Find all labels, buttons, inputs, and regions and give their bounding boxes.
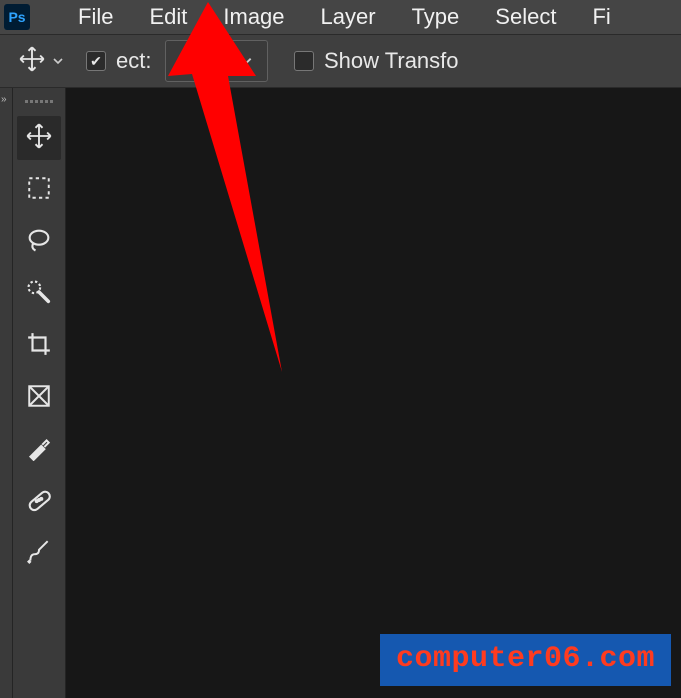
move-icon — [18, 45, 46, 78]
panel-grip[interactable] — [21, 96, 57, 106]
menu-file[interactable]: File — [60, 4, 131, 30]
menu-type[interactable]: Type — [394, 4, 478, 30]
move-tool-button[interactable] — [18, 42, 64, 80]
move-tool[interactable] — [17, 116, 61, 160]
eyedropper-tool[interactable] — [17, 428, 61, 472]
watermark-overlay: computer06.com — [380, 634, 671, 686]
layer-group-dropdown[interactable]: Layer — [165, 40, 268, 82]
dropdown-value: Layer — [180, 49, 233, 73]
brush-tool[interactable] — [17, 532, 61, 576]
lasso-icon — [25, 226, 53, 259]
work-area: » — [0, 88, 681, 698]
move-icon — [25, 122, 53, 155]
show-transform-checkbox[interactable] — [294, 51, 314, 71]
healing-brush-tool[interactable] — [17, 480, 61, 524]
marquee-icon — [26, 175, 52, 206]
auto-select-checkbox-group: ✔ ect: — [86, 48, 151, 74]
tools-panel — [13, 88, 66, 698]
menu-select[interactable]: Select — [477, 4, 574, 30]
auto-select-checkbox[interactable]: ✔ — [86, 51, 106, 71]
app-logo: Ps — [4, 4, 30, 30]
options-bar: ✔ ect: Layer Show Transfo — [0, 35, 681, 88]
chevron-down-icon — [239, 54, 253, 68]
expand-chevrons-icon: » — [0, 88, 12, 111]
show-transform-checkbox-group: Show Transfo — [294, 48, 459, 74]
menu-bar: Ps File Edit Image Layer Type Select Fi — [0, 0, 681, 35]
menu-layer[interactable]: Layer — [303, 4, 394, 30]
menu-edit[interactable]: Edit — [131, 4, 205, 30]
quick-selection-icon — [25, 278, 53, 311]
frame-tool[interactable] — [17, 376, 61, 420]
eyedropper-icon — [26, 435, 52, 466]
crop-icon — [26, 331, 52, 362]
quick-selection-tool[interactable] — [17, 272, 61, 316]
brush-icon — [26, 539, 52, 570]
frame-icon — [26, 383, 52, 414]
chevron-down-icon — [52, 55, 64, 67]
crop-tool[interactable] — [17, 324, 61, 368]
show-transform-label-truncated: Show Transfo — [324, 48, 459, 74]
document-canvas[interactable]: computer06.com — [66, 88, 681, 698]
auto-select-label-truncated: ect: — [116, 48, 151, 74]
checkmark-icon: ✔ — [90, 54, 102, 68]
panel-collapse-gutter[interactable]: » — [0, 88, 13, 698]
lasso-tool[interactable] — [17, 220, 61, 264]
bandage-icon — [25, 486, 53, 519]
menu-fi-truncated[interactable]: Fi — [574, 4, 628, 30]
rectangular-marquee-tool[interactable] — [17, 168, 61, 212]
menu-image[interactable]: Image — [205, 4, 302, 30]
